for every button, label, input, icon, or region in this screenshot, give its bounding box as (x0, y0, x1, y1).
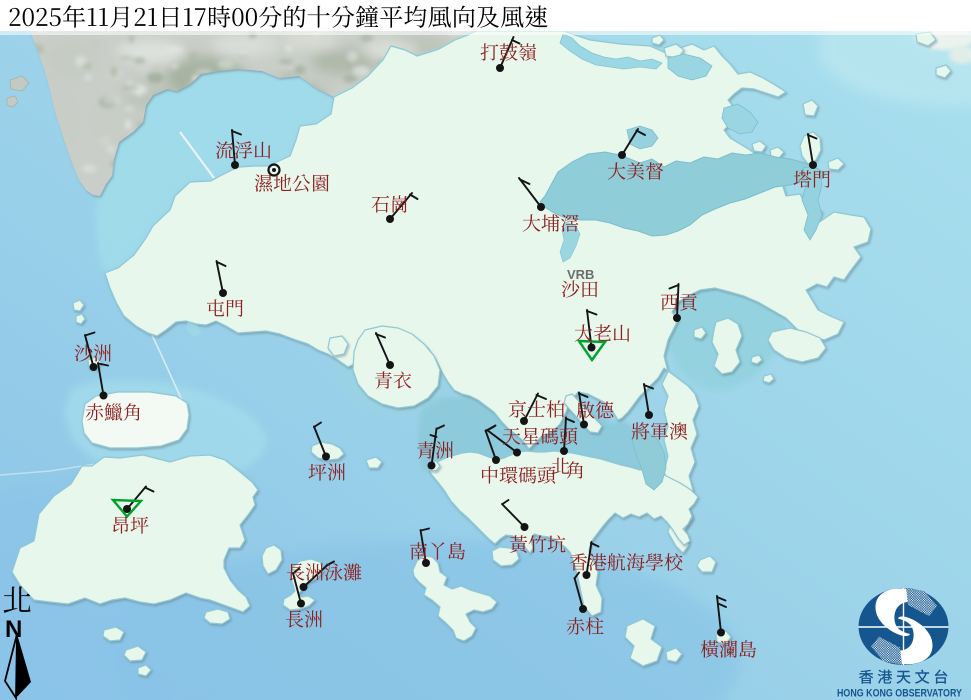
svg-text:HONG KONG OBSERVATORY: HONG KONG OBSERVATORY (837, 688, 963, 700)
svg-text:N: N (5, 616, 22, 643)
svg-text:VRB: VRB (567, 267, 594, 282)
